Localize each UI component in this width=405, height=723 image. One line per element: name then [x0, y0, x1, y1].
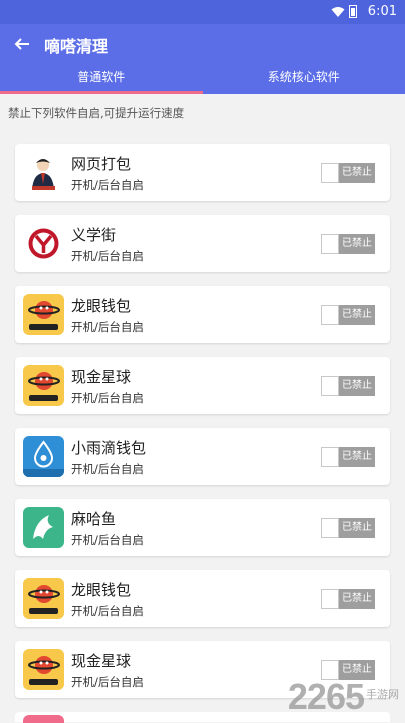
disable-toggle[interactable]: 已禁止 [321, 234, 375, 254]
disable-toggle[interactable]: 已禁止 [321, 376, 375, 396]
disable-toggle[interactable]: 已禁止 [321, 163, 375, 183]
disable-toggle[interactable]: 已禁止 [321, 518, 375, 538]
status-icons [331, 5, 357, 18]
toggle-label: 已禁止 [339, 163, 375, 183]
arrow-left-icon [14, 36, 30, 52]
toggle-knob [321, 234, 339, 254]
list-item: 龙眼钱包 开机/后台自启 已禁止 [15, 570, 390, 627]
toggle-label: 已禁止 [339, 447, 375, 467]
disable-toggle[interactable]: 已禁止 [321, 305, 375, 325]
app-subtitle: 开机/后台自启 [71, 461, 144, 477]
app-subtitle: 开机/后台自启 [71, 177, 144, 193]
list-item: 麻哈鱼 开机/后台自启 已禁止 [15, 499, 390, 556]
app-name: 网页打包 [71, 153, 131, 174]
app-list: 网页打包 开机/后台自启 已禁止 义学街 开机/后台自启 已禁止 [15, 144, 390, 712]
app-icon-partial [23, 715, 64, 723]
app-subtitle: 开机/后台自启 [71, 532, 144, 548]
app-subtitle: 开机/后台自启 [71, 603, 144, 619]
status-time: 6:01 [368, 4, 397, 19]
planet-mascot-icon [23, 578, 64, 619]
list-item: 小雨滴钱包 开机/后台自启 已禁止 [15, 428, 390, 485]
hint-text: 禁止下列软件自启,可提升运行速度 [8, 105, 184, 121]
toggle-knob [321, 589, 339, 609]
status-bar: 6:01 [0, 0, 405, 24]
wifi-icon [331, 6, 345, 18]
raindrop-icon [23, 436, 64, 477]
toggle-knob [321, 305, 339, 325]
disable-toggle[interactable]: 已禁止 [321, 589, 375, 609]
app-subtitle: 开机/后台自启 [71, 248, 144, 264]
watermark-number: 2265 [288, 676, 364, 718]
app-name: 小雨滴钱包 [71, 437, 146, 458]
app-name: 麻哈鱼 [71, 508, 116, 529]
app-name: 现金星球 [71, 366, 131, 387]
toggle-knob [321, 376, 339, 396]
battery-icon [349, 5, 357, 18]
back-button[interactable] [10, 32, 34, 56]
planet-mascot-icon [23, 649, 64, 690]
planet-mascot-icon [23, 365, 64, 406]
toggle-label: 已禁止 [339, 518, 375, 538]
app-name: 龙眼钱包 [71, 579, 131, 600]
app-bar: 嘀嗒清理 [0, 24, 405, 64]
watermark: 2265 手游网 [288, 676, 399, 718]
y-logo-icon [23, 223, 64, 264]
list-item: 龙眼钱包 开机/后台自启 已禁止 [15, 286, 390, 343]
list-item: 现金星球 开机/后台自启 已禁止 [15, 357, 390, 414]
tab-system-core-apps[interactable]: 系统核心软件 [203, 64, 405, 94]
list-item: 义学街 开机/后台自启 已禁止 [15, 215, 390, 272]
app-name: 龙眼钱包 [71, 295, 131, 316]
tab-normal-apps[interactable]: 普通软件 [0, 64, 203, 94]
person-avatar-icon [23, 152, 64, 193]
app-subtitle: 开机/后台自启 [71, 390, 144, 406]
toggle-knob [321, 447, 339, 467]
disable-toggle[interactable]: 已禁止 [321, 447, 375, 467]
list-item: 网页打包 开机/后台自启 已禁止 [15, 144, 390, 201]
toggle-knob [321, 163, 339, 183]
toggle-label: 已禁止 [339, 589, 375, 609]
fish-icon [23, 507, 64, 548]
tab-bar: 普通软件 系统核心软件 [0, 64, 405, 94]
toggle-label: 已禁止 [339, 376, 375, 396]
page-title: 嘀嗒清理 [44, 33, 108, 57]
watermark-site: 手游网 [366, 686, 399, 702]
planet-mascot-icon [23, 294, 64, 335]
app-name: 义学街 [71, 224, 116, 245]
toggle-label: 已禁止 [339, 305, 375, 325]
app-subtitle: 开机/后台自启 [71, 319, 144, 335]
toggle-knob [321, 518, 339, 538]
app-name: 现金星球 [71, 650, 131, 671]
toggle-label: 已禁止 [339, 234, 375, 254]
app-subtitle: 开机/后台自启 [71, 674, 144, 690]
